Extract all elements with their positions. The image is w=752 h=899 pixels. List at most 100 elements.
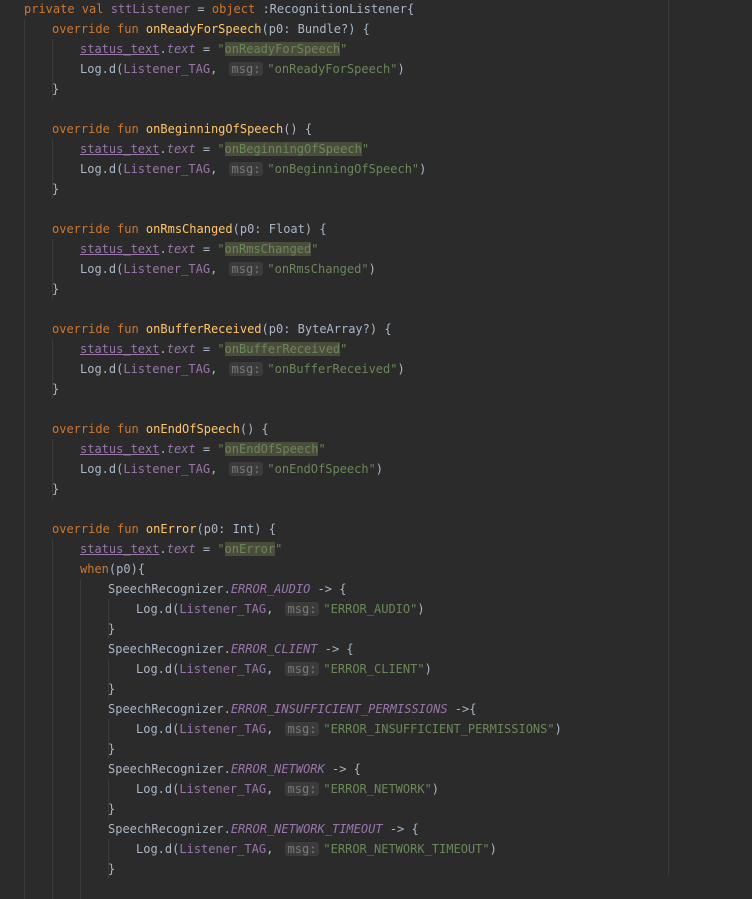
code-line[interactable]: } (0, 179, 59, 199)
code-text: (p0: Bundle?) { (261, 22, 370, 36)
code-line[interactable]: Log.d(Listener_TAG, msg: "ERROR_NETWORK_T… (0, 839, 497, 859)
code-text: ) (375, 462, 384, 476)
property: Listener_TAG (123, 162, 211, 176)
code-line[interactable]: Log.d(Listener_TAG, msg: "onReadyForSpeec… (0, 59, 405, 79)
code-text: Log.d( (80, 262, 124, 276)
code-text: Log.d( (80, 462, 124, 476)
code-text: , (210, 362, 225, 376)
code-line[interactable]: SpeechRecognizer.ERROR_AUDIO -> { (0, 579, 346, 599)
code-text: (p0: ByteArray?) { (261, 322, 392, 336)
string-literal: " (217, 342, 225, 356)
code-text: ) (368, 262, 376, 276)
code-line[interactable]: status_text.text = "onEndOfSpeech" (0, 439, 326, 459)
string-literal: "ERROR_NETWORK_TIMEOUT" (323, 842, 490, 856)
string-literal: "onEndOfSpeech" (267, 462, 376, 476)
parameter-hint: msg: (284, 782, 320, 796)
code-line[interactable]: Log.d(Listener_TAG, msg: "ERROR_NETWORK") (0, 779, 439, 799)
string-literal: " (217, 542, 225, 556)
parameter-hint: msg: (228, 362, 264, 376)
code-line[interactable]: status_text.text = "onReadyForSpeech" (0, 39, 347, 59)
constant-reference: text (166, 242, 196, 256)
code-line[interactable]: Log.d(Listener_TAG, msg: "ERROR_INSUFFICI… (0, 719, 562, 739)
code-line[interactable]: Log.d(Listener_TAG, msg: "onRmsChanged") (0, 259, 376, 279)
code-line[interactable]: override fun onError(p0: Int) { (0, 519, 276, 539)
code-line[interactable]: override fun onRmsChanged(p0: Float) { (0, 219, 327, 239)
code-line[interactable] (0, 199, 24, 219)
code-text: , (210, 162, 225, 176)
code-line[interactable]: override fun onEndOfSpeech() { (0, 419, 269, 439)
string-literal: "onBufferReceived" (267, 362, 398, 376)
keyword: private val (24, 2, 111, 16)
string-literal: "ERROR_INSUFFICIENT_PERMISSIONS" (323, 722, 555, 736)
constant-reference: ERROR_CLIENT (230, 642, 318, 656)
code-line[interactable]: } (0, 799, 115, 819)
code-text: = (195, 442, 218, 456)
code-text: :RecognitionListener{ (262, 2, 415, 16)
code-line[interactable] (0, 299, 24, 319)
code-text: } (52, 282, 60, 296)
property: sttListener (110, 2, 191, 16)
code-text: = (195, 242, 218, 256)
code-line[interactable]: } (0, 379, 59, 399)
code-line[interactable] (0, 399, 24, 419)
code-line[interactable]: status_text.text = "onBufferReceived" (0, 339, 347, 359)
keyword: override fun (52, 222, 146, 236)
code-line[interactable]: Log.d(Listener_TAG, msg: "ERROR_AUDIO") (0, 599, 425, 619)
highlighted-string: onEndOfSpeech (224, 442, 319, 456)
code-text: ) (417, 602, 425, 616)
code-line[interactable]: status_text.text = "onRmsChanged" (0, 239, 318, 259)
code-line[interactable]: } (0, 479, 59, 499)
code-line[interactable]: private val sttListener = object :Recogn… (0, 0, 414, 19)
code-line[interactable]: Log.d(Listener_TAG, msg: "onEndOfSpeech") (0, 459, 383, 479)
code-line[interactable]: } (0, 679, 115, 699)
parameter-hint: msg: (284, 602, 320, 616)
code-text: , (266, 782, 281, 796)
code-text: () { (239, 422, 269, 436)
property: Listener_TAG (179, 842, 267, 856)
code-line[interactable]: Log.d(Listener_TAG, msg: "ERROR_CLIENT") (0, 659, 432, 679)
string-literal: " (340, 42, 348, 56)
code-line[interactable]: override fun onReadyForSpeech(p0: Bundle… (0, 19, 370, 39)
code-line[interactable]: SpeechRecognizer.ERROR_INSUFFICIENT_PERM… (0, 699, 476, 719)
code-line[interactable]: Log.d(Listener_TAG, msg: "onBufferReceive… (0, 359, 405, 379)
code-line[interactable]: when(p0){ (0, 559, 145, 579)
code-line[interactable]: SpeechRecognizer.ERROR_NETWORK -> { (0, 759, 361, 779)
code-line[interactable]: override fun onBeginningOfSpeech() { (0, 119, 312, 139)
code-line[interactable]: status_text.text = "onBeginningOfSpeech" (0, 139, 369, 159)
code-text: } (52, 382, 60, 396)
code-text: } (108, 802, 116, 816)
code-line[interactable]: } (0, 739, 115, 759)
code-text: -> { (310, 582, 347, 596)
code-line[interactable] (0, 99, 24, 119)
highlighted-string: onBufferReceived (224, 342, 341, 356)
code-text: = (195, 142, 218, 156)
code-text: ) (397, 362, 405, 376)
highlighted-string: onBeginningOfSpeech (224, 142, 362, 156)
code-line[interactable]: } (0, 279, 59, 299)
code-line[interactable]: } (0, 619, 115, 639)
keyword: override fun (52, 522, 146, 536)
code-text: Log.d( (136, 842, 180, 856)
code-text: ) (554, 722, 562, 736)
code-line[interactable] (0, 499, 24, 519)
property: Listener_TAG (123, 362, 211, 376)
function-name: onRmsChanged (145, 222, 233, 236)
keyword: override fun (52, 422, 146, 436)
code-line[interactable]: override fun onBufferReceived(p0: ByteAr… (0, 319, 392, 339)
code-text: } (52, 82, 60, 96)
string-literal: " (275, 542, 283, 556)
function-name: onBeginningOfSpeech (145, 122, 284, 136)
code-line[interactable]: status_text.text = "onError" (0, 539, 282, 559)
code-line[interactable]: SpeechRecognizer.ERROR_CLIENT -> { (0, 639, 354, 659)
code-text: SpeechRecognizer. (108, 822, 231, 836)
property: Listener_TAG (179, 602, 267, 616)
code-line[interactable]: Log.d(Listener_TAG, msg: "onBeginningOfSp… (0, 159, 426, 179)
code-line[interactable]: SpeechRecognizer.ERROR_NETWORK_TIMEOUT -… (0, 819, 419, 839)
property-reference: status_text (80, 142, 160, 156)
code-line[interactable]: } (0, 859, 115, 879)
code-line[interactable]: } (0, 79, 59, 99)
constant-reference: text (166, 342, 196, 356)
code-editor[interactable]: private val sttListener = object :Recogn… (0, 0, 752, 899)
code-text: = (195, 342, 218, 356)
keyword: override fun (52, 22, 146, 36)
